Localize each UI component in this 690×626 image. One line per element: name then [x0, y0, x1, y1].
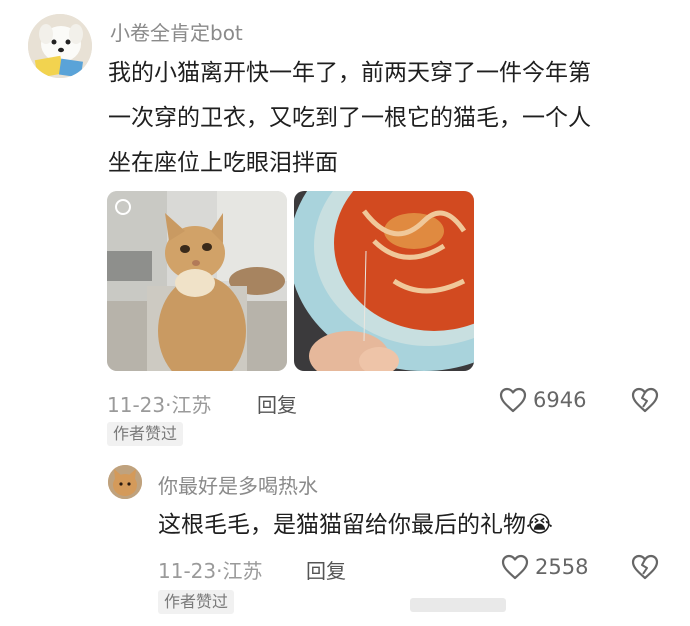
dog-avatar-image [28, 14, 92, 78]
comment-text: 我的小猫离开快一年了，前两天穿了一件今年第 一次穿的卫衣，又吃到了一根它的猫毛，… [108, 51, 668, 186]
author-liked-badge: 作者赞过 [107, 422, 184, 446]
comment-text-line: 一次穿的卫衣，又吃到了一根它的猫毛，一个人 [108, 105, 591, 131]
noodle-bowl-image [294, 191, 474, 371]
comment-meta: 11-23·江苏 [107, 389, 211, 418]
like-count: 6946 [533, 388, 587, 412]
broken-heart-icon[interactable] [631, 387, 659, 413]
noodle-bowl-photo[interactable] [294, 191, 474, 371]
comment-date: 11-23 [107, 393, 166, 417]
crying-emoji-icon: 😭 [526, 512, 553, 538]
avatar[interactable] [28, 14, 92, 78]
reply-text-content: 这根毛毛，是猫猫留给你最后的礼物 [158, 512, 526, 538]
heart-outline-icon[interactable] [501, 554, 529, 580]
heart-outline-icon[interactable] [499, 387, 527, 413]
cat-image [107, 191, 287, 371]
broken-heart-icon[interactable] [631, 554, 659, 580]
reply-button[interactable]: 回复 [257, 389, 297, 418]
reply-avatar[interactable] [108, 465, 142, 499]
reply-text: 这根毛毛，是猫猫留给你最后的礼物😭 [158, 504, 553, 546]
comment-username[interactable]: 小卷全肯定bot [110, 17, 243, 46]
reply-location: 江苏 [222, 559, 263, 583]
watermark-blur [410, 598, 506, 612]
comment-location: 江苏 [171, 393, 212, 417]
reply-date: 11-23 [158, 559, 217, 583]
cat-avatar-image [108, 465, 142, 499]
reply-meta: 11-23·江苏 [158, 555, 262, 584]
author-liked-badge: 作者赞过 [158, 590, 235, 614]
reply-reply-button[interactable]: 回复 [306, 555, 346, 584]
reply-username[interactable]: 你最好是多喝热水 [158, 470, 318, 499]
comment-text-line: 我的小猫离开快一年了，前两天穿了一件今年第 [108, 60, 591, 86]
reply-like-count: 2558 [535, 555, 589, 579]
comment-text-line: 坐在座位上吃眼泪拌面 [108, 150, 338, 176]
cat-photo[interactable] [107, 191, 287, 371]
